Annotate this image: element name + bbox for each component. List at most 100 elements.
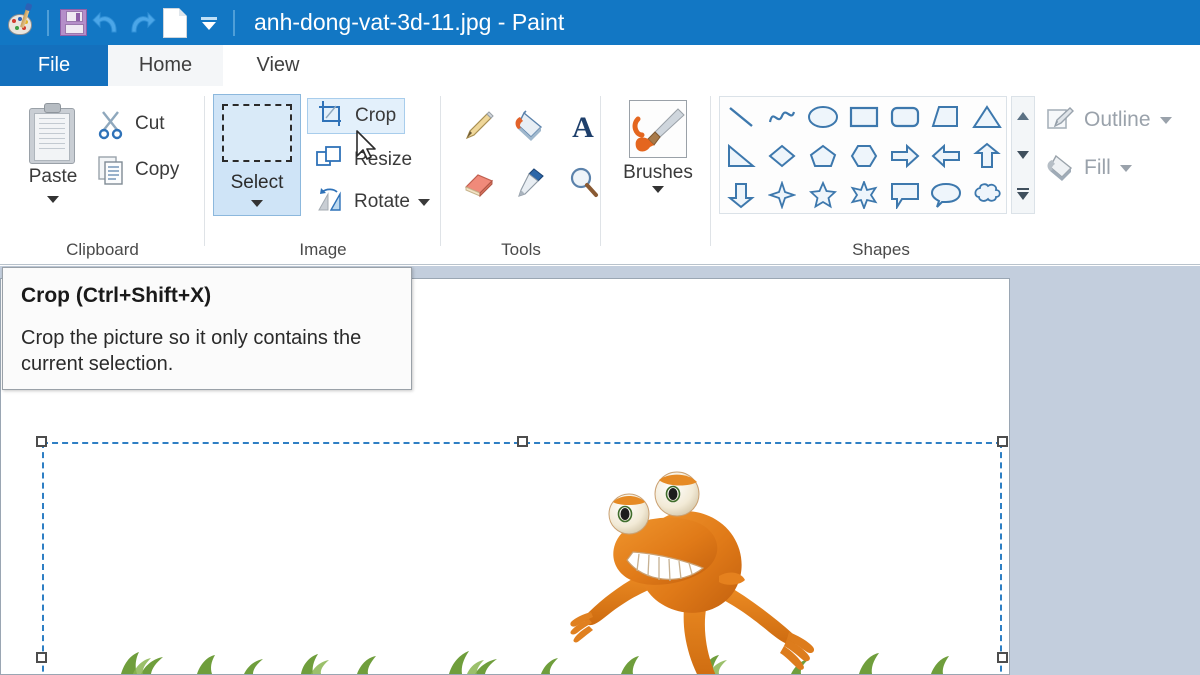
outline-button[interactable]: Outline xyxy=(1045,100,1172,140)
shape-hexagon[interactable] xyxy=(849,143,879,169)
copy-icon xyxy=(96,154,128,186)
paste-dropdown-caret-icon[interactable] xyxy=(47,196,59,203)
select-rectangle-icon xyxy=(222,104,292,162)
shape-curve[interactable] xyxy=(767,104,797,130)
save-icon[interactable] xyxy=(56,5,90,41)
fill-icon xyxy=(1045,152,1077,184)
new-document-icon[interactable] xyxy=(158,5,192,41)
shape-polygon[interactable] xyxy=(930,104,962,130)
selection-handle-top-center[interactable] xyxy=(517,436,528,447)
copy-label: Copy xyxy=(135,159,180,180)
shape-six-point-star[interactable] xyxy=(850,180,878,209)
tab-view[interactable]: View xyxy=(223,45,333,86)
rotate-label: Rotate xyxy=(354,191,410,212)
tab-bar-filler xyxy=(333,45,1200,86)
shape-rectangle[interactable] xyxy=(848,104,880,130)
window-title: anh-dong-vat-3d-11.jpg - Paint xyxy=(254,9,565,35)
cut-label: Cut xyxy=(135,113,165,134)
tools-grid: A xyxy=(455,100,607,208)
resize-icon xyxy=(315,144,347,176)
rotate-dropdown-caret-icon[interactable] xyxy=(417,198,430,206)
paint-palette-icon[interactable] xyxy=(6,5,40,41)
brushes-label: Brushes xyxy=(623,162,693,183)
fill-label: Fill xyxy=(1084,156,1111,179)
shape-rectangular-callout[interactable] xyxy=(889,181,921,209)
shape-oval[interactable] xyxy=(807,104,839,130)
tooltip-title: Crop (Ctrl+Shift+X) xyxy=(21,284,212,307)
cut-button[interactable]: Cut xyxy=(96,104,165,144)
shapes-expand-icon[interactable] xyxy=(1012,176,1034,212)
ribbon-tab-bar: File Home View xyxy=(0,45,1200,86)
shape-four-point-star[interactable] xyxy=(767,180,796,209)
group-label-clipboard: Clipboard xyxy=(66,240,139,259)
scissors-icon xyxy=(96,108,128,140)
outline-dropdown-caret-icon[interactable] xyxy=(1159,116,1172,124)
rotate-button[interactable]: Rotate xyxy=(307,184,438,220)
selection-handle-bottom-left[interactable] xyxy=(36,652,47,663)
group-label-image: Image xyxy=(299,240,347,259)
brushes-button[interactable]: Brushes xyxy=(615,96,701,220)
selection-handle-top-right[interactable] xyxy=(997,436,1008,447)
copy-button[interactable]: Copy xyxy=(96,150,179,190)
ribbon: Paste Cut Copy Clipboard Select Crop Res… xyxy=(0,86,1200,265)
crop-tooltip: Crop (Ctrl+Shift+X) Crop the picture so … xyxy=(2,267,412,390)
shape-right-arrow[interactable] xyxy=(889,143,921,169)
shape-pentagon[interactable] xyxy=(808,143,838,169)
tooltip-body: Crop the picture so it only contains the… xyxy=(21,327,362,375)
crop-label: Crop xyxy=(355,105,397,126)
shape-line[interactable] xyxy=(726,104,756,130)
shapes-scrollbar[interactable] xyxy=(1011,96,1035,214)
shape-triangle[interactable] xyxy=(971,104,1002,130)
group-label-tools: Tools xyxy=(501,240,541,259)
mouse-cursor-icon xyxy=(356,130,376,160)
fill-button[interactable]: Fill xyxy=(1045,148,1132,188)
shape-right-triangle[interactable] xyxy=(726,143,756,169)
eraser-icon[interactable] xyxy=(455,156,503,208)
svg-text:A: A xyxy=(572,111,594,144)
shapes-gallery[interactable] xyxy=(719,96,1007,214)
brushes-dropdown-caret-icon[interactable] xyxy=(652,186,664,193)
select-label: Select xyxy=(230,172,284,193)
shapes-scroll-down-icon[interactable] xyxy=(1012,137,1034,173)
redo-icon[interactable] xyxy=(124,5,158,41)
ribbon-group-brushes: Brushes xyxy=(601,86,711,265)
color-picker-icon[interactable] xyxy=(507,156,555,208)
outline-icon xyxy=(1045,104,1077,136)
shape-rounded-rectangle[interactable] xyxy=(889,104,921,130)
fill-with-color-icon[interactable] xyxy=(507,100,555,152)
shape-left-arrow[interactable] xyxy=(930,143,962,169)
select-dropdown-caret-icon[interactable] xyxy=(251,200,263,207)
select-button[interactable]: Select xyxy=(213,94,301,216)
tab-file-label: File xyxy=(37,54,71,76)
tab-file[interactable]: File xyxy=(0,45,108,86)
outline-label: Outline xyxy=(1084,108,1151,131)
tab-home[interactable]: Home xyxy=(108,45,223,86)
shape-rounded-callout[interactable] xyxy=(930,181,962,209)
ribbon-group-shapes: Outline Fill Shapes xyxy=(711,86,1200,265)
undo-icon[interactable] xyxy=(90,5,124,41)
paste-button[interactable]: Paste xyxy=(18,96,88,221)
tab-home-label: Home xyxy=(138,54,193,76)
ribbon-group-image: Select Crop Resize Rotate Image xyxy=(205,86,441,265)
pencil-icon[interactable] xyxy=(455,100,503,152)
selection-handle-top-left[interactable] xyxy=(36,436,47,447)
shape-diamond[interactable] xyxy=(767,143,797,169)
clipboard-icon xyxy=(29,102,77,164)
shape-cloud-callout[interactable] xyxy=(971,181,1003,209)
title-bar: anh-dong-vat-3d-11.jpg - Paint xyxy=(0,0,1200,45)
shape-five-point-star[interactable] xyxy=(808,180,837,209)
paint-window: anh-dong-vat-3d-11.jpg - Paint File Home… xyxy=(0,0,1200,675)
shapes-scroll-up-icon[interactable] xyxy=(1012,98,1034,134)
selection-handle-bottom-right[interactable] xyxy=(997,652,1008,663)
ribbon-group-tools: A Tools xyxy=(441,86,601,265)
group-label-shapes: Shapes xyxy=(852,240,910,259)
paste-label: Paste xyxy=(28,166,78,187)
ribbon-group-clipboard: Paste Cut Copy Clipboard xyxy=(0,86,205,265)
shape-up-arrow[interactable] xyxy=(972,142,1001,170)
qat-separator-2 xyxy=(233,9,235,36)
shape-down-arrow[interactable] xyxy=(726,181,755,209)
customize-quick-access-toolbar-icon[interactable] xyxy=(192,5,226,41)
tab-view-label: View xyxy=(256,54,300,76)
crop-button[interactable]: Crop xyxy=(307,98,406,134)
fill-dropdown-caret-icon[interactable] xyxy=(1119,164,1132,172)
